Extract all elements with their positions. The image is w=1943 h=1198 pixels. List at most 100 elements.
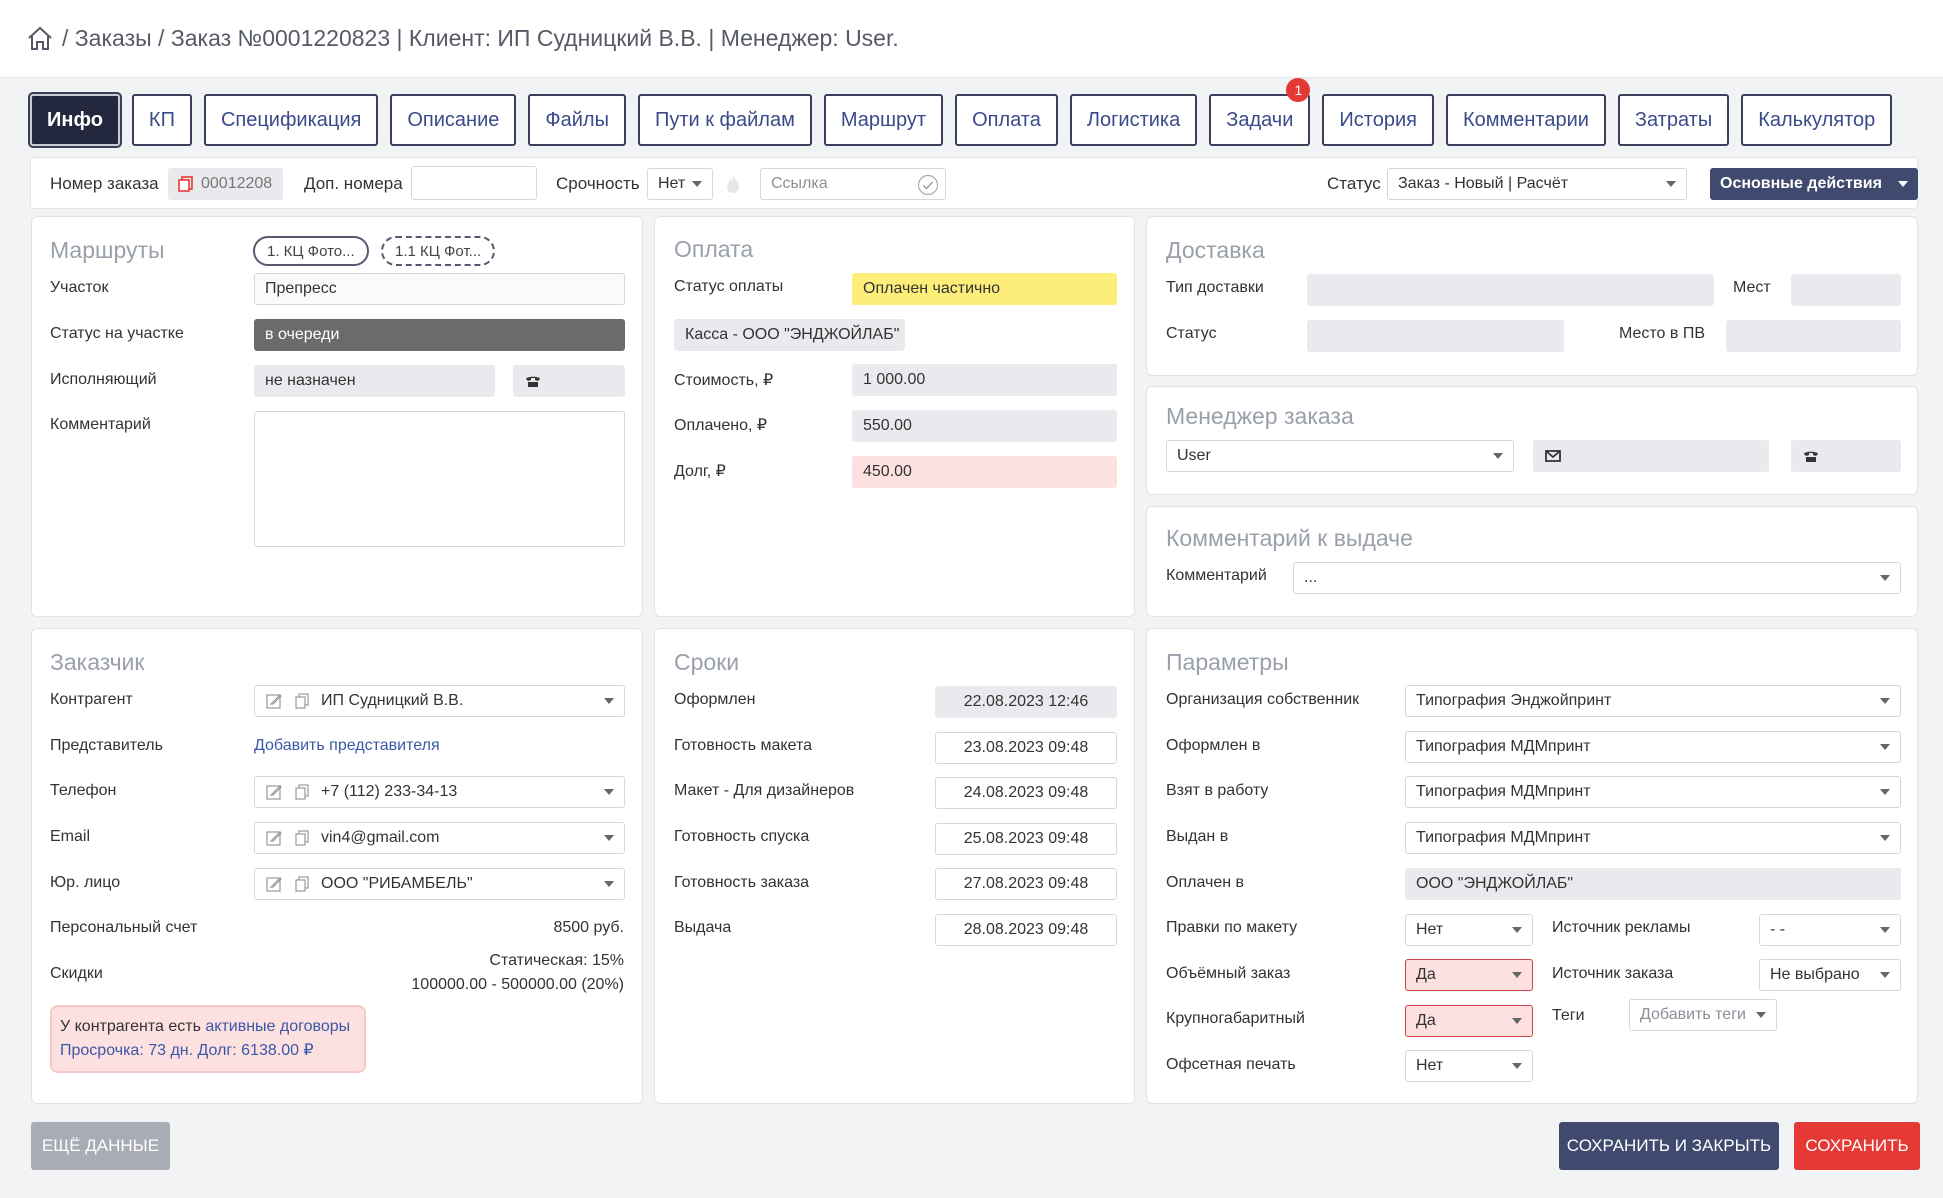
extra-numbers-input[interactable] [411, 166, 537, 200]
status-select[interactable]: Заказ - Новый | Расчёт [1387, 168, 1687, 200]
counterparty-select[interactable]: ИП Судницкий В.В. [254, 685, 625, 717]
offset-print-select[interactable]: Нет [1405, 1050, 1533, 1082]
order-number-label: Номер заказа [50, 174, 159, 193]
deadline-label: Готовность макета [674, 737, 813, 754]
deadline-issue-input[interactable]: 28.08.2023 09:48 [935, 914, 1117, 946]
add-representative-link[interactable]: Добавить представителя [254, 737, 440, 755]
manager-select[interactable]: User [1166, 440, 1514, 472]
deadline-layout-ready-input[interactable]: 23.08.2023 09:48 [935, 732, 1117, 764]
tab-info[interactable]: Инфо [30, 94, 120, 146]
tab-specification[interactable]: Спецификация [203, 94, 379, 146]
deadline-imposition-input[interactable]: 25.08.2023 09:48 [935, 823, 1117, 855]
section-status-label: Статус на участке [50, 325, 184, 342]
tab-kp[interactable]: КП [131, 94, 192, 146]
copy-icon[interactable] [293, 692, 311, 710]
check-circle-icon[interactable] [917, 174, 939, 196]
edits-select[interactable]: Нет [1405, 914, 1533, 946]
paid-field: 550.00 [852, 410, 1117, 442]
delivery-type-field [1307, 274, 1714, 306]
tab-logistics[interactable]: Логистика [1069, 94, 1198, 146]
urgency-label: Срочность [556, 174, 640, 193]
more-data-button[interactable]: ЕЩЁ ДАННЫЕ [31, 1122, 170, 1170]
save-button[interactable]: СОХРАНИТЬ [1794, 1122, 1920, 1170]
save-and-close-button[interactable]: СОХРАНИТЬ И ЗАКРЫТЬ [1559, 1122, 1779, 1170]
overdue-link[interactable]: Просрочка: 73 дн. Долг: 6138.00 ₽ [60, 1042, 314, 1059]
given-select[interactable]: Типография МДМпринт [1405, 822, 1901, 854]
email-select[interactable]: vin4@gmail.com [254, 822, 625, 854]
places-label: Мест [1733, 279, 1771, 296]
chevron-down-icon [1880, 789, 1890, 795]
edit-icon[interactable] [265, 783, 283, 801]
phone-icon [526, 376, 540, 387]
edit-icon[interactable] [265, 692, 283, 710]
chevron-down-icon [604, 698, 614, 704]
link-input[interactable]: Ссылка [760, 168, 946, 200]
order-source-select[interactable]: Не выбрано [1759, 959, 1901, 991]
deadline-label: Готовность заказа [674, 874, 810, 891]
add-tags-select[interactable]: Добавить теги [1629, 999, 1777, 1031]
delivery-status-label: Статус [1166, 325, 1217, 342]
breadcrumb-pipe: | [396, 24, 403, 51]
copy-icon[interactable] [177, 175, 195, 193]
discount-range: 100000.00 - 500000.00 (20%) [411, 976, 624, 993]
manager-panel: Менеджер заказа User [1146, 386, 1918, 495]
ad-source-select[interactable]: - - [1759, 914, 1901, 946]
large-size-select[interactable]: Да [1405, 1005, 1533, 1037]
legal-entity-select[interactable]: ООО "РИБАМБЕЛЬ" [254, 868, 625, 900]
tab-description[interactable]: Описание [390, 94, 517, 146]
owner-org-label: Организация собственник [1166, 691, 1360, 708]
routes-title: Маршруты [50, 237, 165, 263]
breadcrumb-orders[interactable]: Заказы [75, 25, 152, 52]
comment-textarea[interactable] [254, 411, 625, 547]
deadline-label: Макет - Для дизайнеров [674, 782, 855, 799]
issue-comment-select[interactable]: ... [1293, 562, 1901, 594]
deadline-label: Выдача [674, 919, 732, 936]
chevron-down-icon [1666, 181, 1676, 187]
tab-calculator[interactable]: Калькулятор [1741, 94, 1893, 146]
taken-select[interactable]: Типография МДМпринт [1405, 776, 1901, 808]
executor-field[interactable]: не назначен [254, 365, 495, 397]
tab-costs[interactable]: Затраты [1617, 94, 1730, 146]
discounts-label: Скидки [50, 965, 103, 982]
copy-icon[interactable] [293, 829, 311, 847]
paid-in-label: Оплачен в [1166, 874, 1245, 891]
manager-email-field [1533, 440, 1769, 472]
issued-in-label: Оформлен в [1166, 737, 1261, 754]
tab-payment[interactable]: Оплата [955, 94, 1058, 146]
deadline-order-ready-input[interactable]: 27.08.2023 09:48 [935, 868, 1117, 900]
bulk-order-select[interactable]: Да [1405, 959, 1533, 991]
main-actions-button[interactable]: Основные действия [1710, 168, 1918, 200]
tab-bar: Инфо КП Спецификация Описание Файлы Пути… [30, 78, 1893, 146]
tab-files[interactable]: Файлы [528, 94, 626, 146]
order-number-field[interactable]: 00012208 [168, 168, 283, 200]
order-toolbar: Номер заказа 00012208 Доп. номера Срочно… [30, 157, 1918, 209]
edit-icon[interactable] [265, 829, 283, 847]
tab-file-paths[interactable]: Пути к файлам [637, 94, 812, 146]
cashbox-label: Касса - ООО "ЭНДЖОЙЛАБ" [674, 319, 905, 351]
places-field [1791, 274, 1901, 306]
deadline-designers-input[interactable]: 24.08.2023 09:48 [935, 777, 1117, 809]
urgency-select[interactable]: Нет [647, 168, 713, 200]
owner-org-select[interactable]: Типография Энджойпринт [1405, 685, 1901, 717]
route-chip[interactable]: 1. КЦ Фото... [253, 236, 369, 266]
payment-status-badge: Оплачен частично [852, 273, 1117, 305]
fire-icon[interactable] [724, 174, 742, 194]
paid-label: Оплачено, ₽ [674, 417, 768, 434]
issued-in-select[interactable]: Типография МДМпринт [1405, 731, 1901, 763]
active-contracts-link[interactable]: активные договоры [205, 1018, 350, 1035]
phone-label: Телефон [50, 782, 117, 799]
route-chip[interactable]: 1.1 КЦ Фот... [381, 236, 496, 266]
copy-icon[interactable] [293, 783, 311, 801]
cost-label: Стоимость, ₽ [674, 372, 774, 389]
issue-comment-title: Комментарий к выдаче [1166, 525, 1413, 551]
copy-icon[interactable] [293, 875, 311, 893]
tab-history[interactable]: История [1322, 94, 1434, 146]
debt-label: Долг, ₽ [674, 463, 726, 480]
home-icon[interactable] [26, 24, 54, 52]
customer-title: Заказчик [50, 649, 145, 675]
tab-comments[interactable]: Комментарии [1445, 94, 1606, 146]
phone-select[interactable]: +7 (112) 233-34-13 [254, 776, 625, 808]
edit-icon[interactable] [265, 875, 283, 893]
tab-route[interactable]: Маршрут [823, 94, 944, 146]
tab-tasks[interactable]: Задачи 1 [1209, 78, 1311, 146]
